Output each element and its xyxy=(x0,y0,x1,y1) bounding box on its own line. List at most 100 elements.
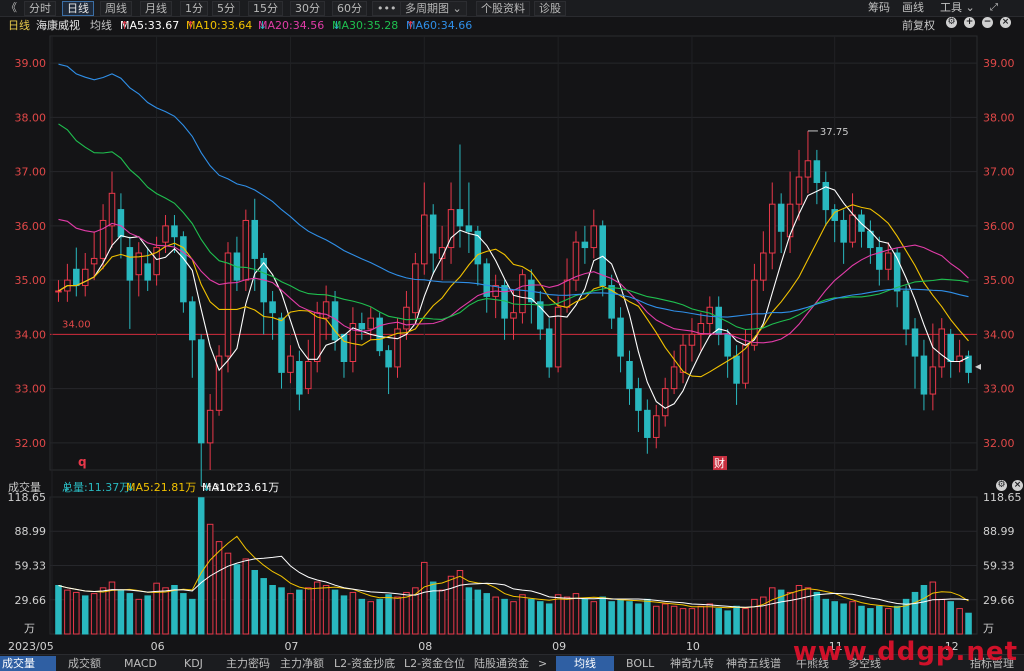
candle-body xyxy=(367,317,375,330)
tab-main-code[interactable]: 主力密码 xyxy=(224,656,272,671)
volume-bar xyxy=(554,594,562,635)
volume-bar xyxy=(206,523,214,635)
price-axis-label-left: 34.00 xyxy=(15,328,47,341)
volume-bar xyxy=(438,589,446,635)
current-price-pointer xyxy=(975,363,981,370)
candle-body xyxy=(394,328,401,368)
candle-body xyxy=(305,361,312,390)
candle-body xyxy=(876,247,883,270)
volume-bar xyxy=(447,575,455,635)
volume-bar xyxy=(831,601,838,635)
candle-body xyxy=(73,268,80,287)
candle-body xyxy=(421,214,428,265)
volume-bar xyxy=(590,601,598,635)
volume-bar xyxy=(893,605,901,635)
tab-five-line[interactable]: 神奇五线谱 xyxy=(724,656,783,671)
tab-macd[interactable]: MACD xyxy=(122,656,159,671)
volume-bar xyxy=(938,598,946,635)
price-axis-label-right: 32.00 xyxy=(983,437,1015,450)
candle-body xyxy=(55,290,62,293)
volume-bar xyxy=(349,591,357,635)
candle-body xyxy=(269,301,276,314)
candle-body xyxy=(813,160,821,183)
date-axis-label: 2023/05 xyxy=(8,640,54,653)
volume-info-row: 成交量 总量:11.37万 ↓ MA5:21.81万 ↓ MA10:23.61万 ↓ … xyxy=(8,480,1023,494)
candle-body xyxy=(733,355,740,384)
candle-body xyxy=(795,176,803,205)
tab-main-net[interactable]: 主力净额 xyxy=(278,656,326,671)
price-axis-label-right: 39.00 xyxy=(983,57,1015,70)
tab-l2-position[interactable]: L2-资金仓位 xyxy=(402,656,467,671)
candle-body xyxy=(162,225,169,243)
tab-northbound[interactable]: 陆股通资金 xyxy=(472,656,531,671)
volume-bar xyxy=(697,605,705,635)
candle-body xyxy=(786,203,794,238)
candle-body xyxy=(81,268,89,287)
candle-body xyxy=(108,192,116,227)
candle-body xyxy=(742,344,749,384)
price-axis-label-left: 37.00 xyxy=(15,166,47,179)
candle-body xyxy=(581,241,589,249)
volume-bar xyxy=(581,598,589,635)
volume-bar xyxy=(126,593,134,635)
candle-body xyxy=(376,317,383,352)
date-axis-label: 08 xyxy=(418,640,432,653)
volume-bar xyxy=(867,608,874,635)
volume-bar xyxy=(474,589,482,635)
price-axis-label-left: 32.00 xyxy=(15,437,47,450)
candle-body xyxy=(287,355,294,373)
volume-bar xyxy=(947,601,954,635)
candle-body xyxy=(760,252,767,281)
candle-body xyxy=(296,361,303,395)
candle-body xyxy=(661,388,669,417)
volume-bar xyxy=(358,598,366,635)
volume-bar xyxy=(376,598,383,635)
volume-bar xyxy=(617,598,624,635)
volume-axis-label-right: 29.66 xyxy=(983,594,1015,607)
volume-bar xyxy=(661,603,669,635)
tab-volume[interactable]: 成交量 xyxy=(0,656,56,671)
price-axis-label-left: 38.00 xyxy=(15,111,47,124)
candle-body xyxy=(412,263,419,314)
volume-bar xyxy=(724,610,731,635)
volume-bar xyxy=(911,591,919,635)
volume-bar xyxy=(519,594,526,635)
volume-axis-label-right: 59.33 xyxy=(983,559,1015,572)
kline-chart[interactable]: 39.00 39.00 38.00 38.00 37.00 37.00 36.00 36.00… xyxy=(0,0,1024,654)
candle-body xyxy=(117,209,125,238)
price-axis-label-left: 36.00 xyxy=(15,220,47,233)
tab-ma[interactable]: 均线 xyxy=(556,656,614,671)
tab-l2-bottom[interactable]: L2-资金抄底 xyxy=(332,656,397,671)
price-axis-label-right: 36.00 xyxy=(983,220,1015,233)
volume-bar xyxy=(795,585,803,635)
volume-bar xyxy=(751,598,758,635)
candle-body xyxy=(706,306,714,325)
candle-body xyxy=(429,214,437,254)
volume-bar xyxy=(884,608,892,635)
volume-bar xyxy=(608,601,615,635)
volume-bar xyxy=(189,598,196,635)
volume-bar xyxy=(510,601,517,635)
volume-bar xyxy=(322,585,330,635)
volume-bar xyxy=(331,589,339,635)
volume-bar xyxy=(965,612,972,635)
volume-bar xyxy=(920,585,928,635)
candle-body xyxy=(358,323,366,330)
volume-bar xyxy=(465,587,473,635)
date-axis-label: 06 xyxy=(151,640,165,653)
volume-bar xyxy=(64,589,71,635)
volume-axis-label-left: 29.66 xyxy=(15,594,47,607)
volume-bar xyxy=(81,595,89,635)
volume-bar xyxy=(563,596,571,635)
tabs-next-icon[interactable]: > xyxy=(536,656,549,671)
candle-body xyxy=(510,312,517,319)
tab-nine-turn[interactable]: 神奇九转 xyxy=(668,656,716,671)
candle-body xyxy=(688,333,696,346)
candle-body xyxy=(126,247,134,281)
tab-turnover[interactable]: 成交额 xyxy=(66,656,103,671)
candle-body xyxy=(224,252,232,357)
reference-line-label: 34.00 xyxy=(62,319,91,330)
candle-body xyxy=(189,301,196,341)
tab-kdj[interactable]: KDJ xyxy=(182,656,205,671)
tab-boll[interactable]: BOLL xyxy=(624,656,656,671)
